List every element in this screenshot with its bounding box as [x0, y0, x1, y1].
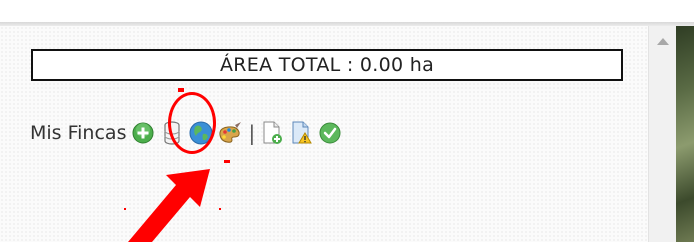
check-icon[interactable]	[317, 120, 343, 146]
vertical-scrollbar[interactable]	[648, 26, 677, 242]
new-document-icon[interactable]	[259, 120, 285, 146]
annotation-mark	[124, 208, 126, 210]
area-total-box: ÁREA TOTAL : 0.00 ha	[31, 49, 623, 81]
mis-fincas-label: Mis Fincas	[30, 122, 127, 144]
add-finca-icon[interactable]	[130, 120, 156, 146]
paint-palette-icon[interactable]	[217, 120, 243, 146]
map-preview-edge	[676, 26, 694, 242]
annotation-mark	[178, 88, 184, 92]
highlight-ellipse	[168, 92, 216, 154]
red-arrow-annotation	[128, 169, 210, 242]
annotation-mark	[224, 160, 230, 163]
warning-document-icon[interactable]	[288, 120, 314, 146]
scroll-up-arrow-icon[interactable]	[657, 38, 669, 45]
area-total-text: ÁREA TOTAL : 0.00 ha	[219, 54, 435, 76]
toolbar-separator: |	[248, 121, 256, 145]
